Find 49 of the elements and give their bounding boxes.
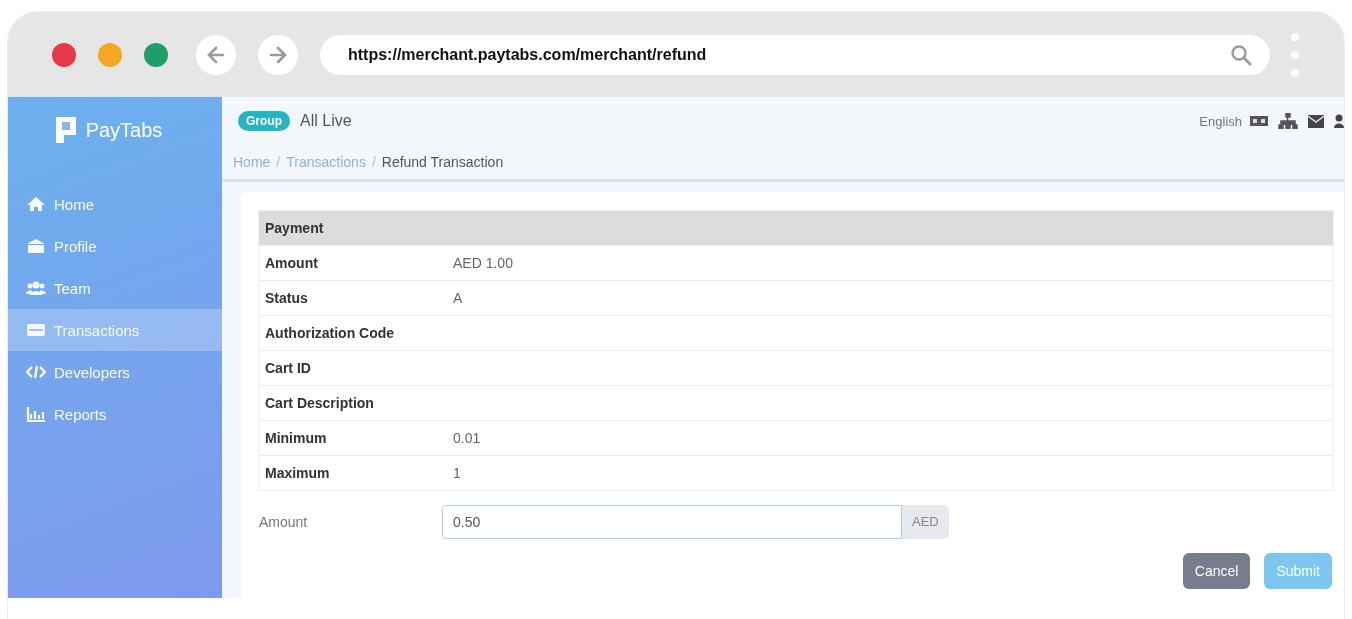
- breadcrumb-separator: /: [371, 154, 376, 170]
- sidebar-item[interactable]: Transactions: [8, 309, 222, 351]
- amount-input[interactable]: 0.50: [442, 505, 902, 539]
- row-label: Minimum: [265, 430, 328, 446]
- submit-button[interactable]: Submit: [1264, 553, 1332, 589]
- row-value: 0.01: [453, 430, 481, 446]
- breadcrumb-link[interactable]: Transactions: [286, 154, 366, 170]
- breadcrumb-current: Refund Transaction: [381, 154, 504, 170]
- account-name: All Live: [300, 112, 352, 130]
- chart-icon: [26, 406, 46, 422]
- row-label: Amount: [265, 255, 319, 271]
- logo-text: PayTabs: [85, 118, 163, 142]
- field-label: Amount: [258, 514, 309, 530]
- sidebar-item[interactable]: Profile: [8, 225, 222, 267]
- mail-icon[interactable]: [1308, 114, 1324, 128]
- minimize-window-dot[interactable]: [98, 42, 122, 67]
- row-label: Authorization Code: [265, 325, 396, 341]
- code-icon: [26, 364, 46, 380]
- row-label: Cart Description: [265, 395, 375, 411]
- language-selector[interactable]: English: [1199, 113, 1242, 129]
- breadcrumb-separator: /: [276, 154, 281, 170]
- row-label: Maximum: [265, 465, 331, 481]
- table-header: Payment: [259, 211, 1333, 245]
- team-icon: [26, 280, 46, 296]
- sitemap-icon[interactable]: [1278, 113, 1298, 129]
- row-label: Cart ID: [265, 360, 312, 376]
- flag-icon: [1250, 116, 1268, 126]
- sidebar-item[interactable]: Reports: [8, 393, 222, 435]
- bank-icon: [26, 238, 46, 254]
- row-value: AED 1.00: [453, 255, 513, 271]
- row-value: A: [453, 290, 463, 306]
- sidebar-item[interactable]: Home: [8, 183, 222, 225]
- back-button[interactable]: [196, 34, 236, 75]
- row-value: 1: [453, 465, 461, 481]
- sidebar-item[interactable]: Developers: [8, 351, 222, 393]
- currency-addon: AED: [902, 505, 949, 539]
- search-icon[interactable]: [1230, 43, 1252, 66]
- address-bar[interactable]: https://merchant.paytabs.com/merchant/refund: [320, 34, 1270, 75]
- card-icon: [26, 322, 46, 338]
- home-icon: [26, 196, 46, 212]
- close-window-dot[interactable]: [52, 42, 76, 67]
- cancel-button[interactable]: Cancel: [1182, 553, 1251, 589]
- group-badge: Group: [238, 111, 290, 131]
- user-icon[interactable]: [1334, 114, 1344, 128]
- breadcrumb-link[interactable]: Home: [233, 154, 271, 170]
- row-label: Status: [265, 290, 309, 306]
- maximize-window-dot[interactable]: [144, 42, 168, 67]
- sidebar-item[interactable]: Team: [8, 267, 222, 309]
- forward-button[interactable]: [258, 34, 298, 75]
